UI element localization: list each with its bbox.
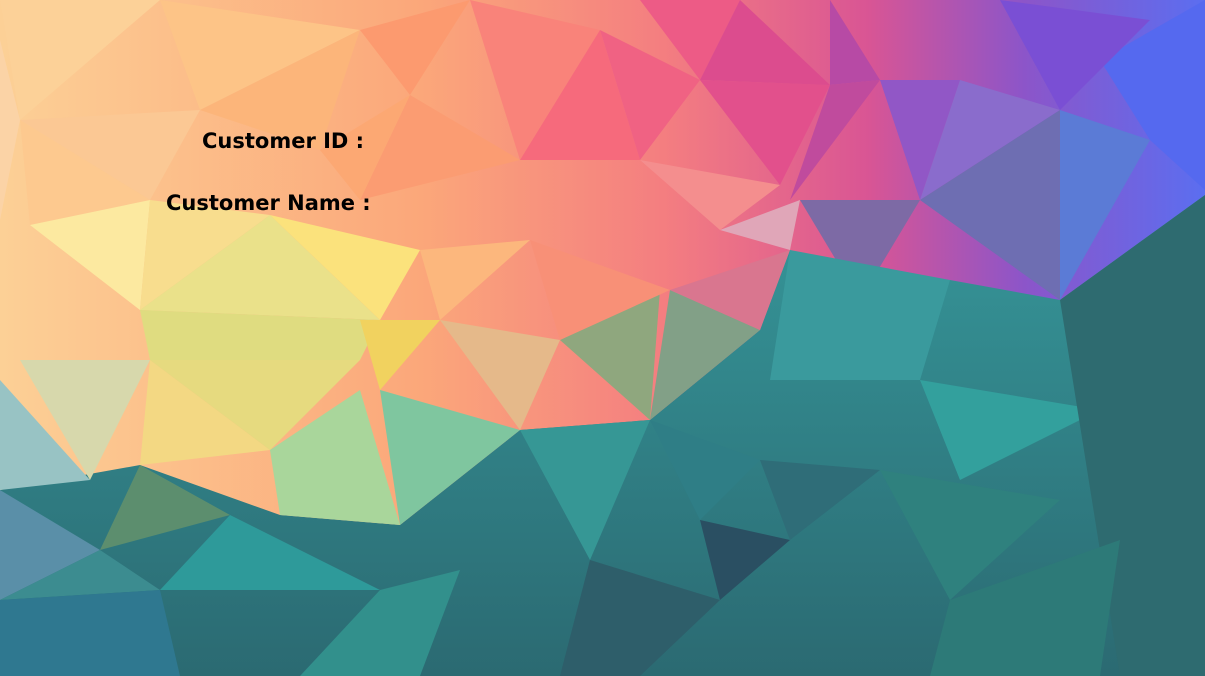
customer-name-label: Customer Name : — [166, 191, 371, 215]
customer-id-label: Customer ID : — [202, 129, 365, 153]
window-background: Customer ID : Customer Name : — [0, 0, 1205, 676]
low-poly-background — [0, 0, 1205, 676]
